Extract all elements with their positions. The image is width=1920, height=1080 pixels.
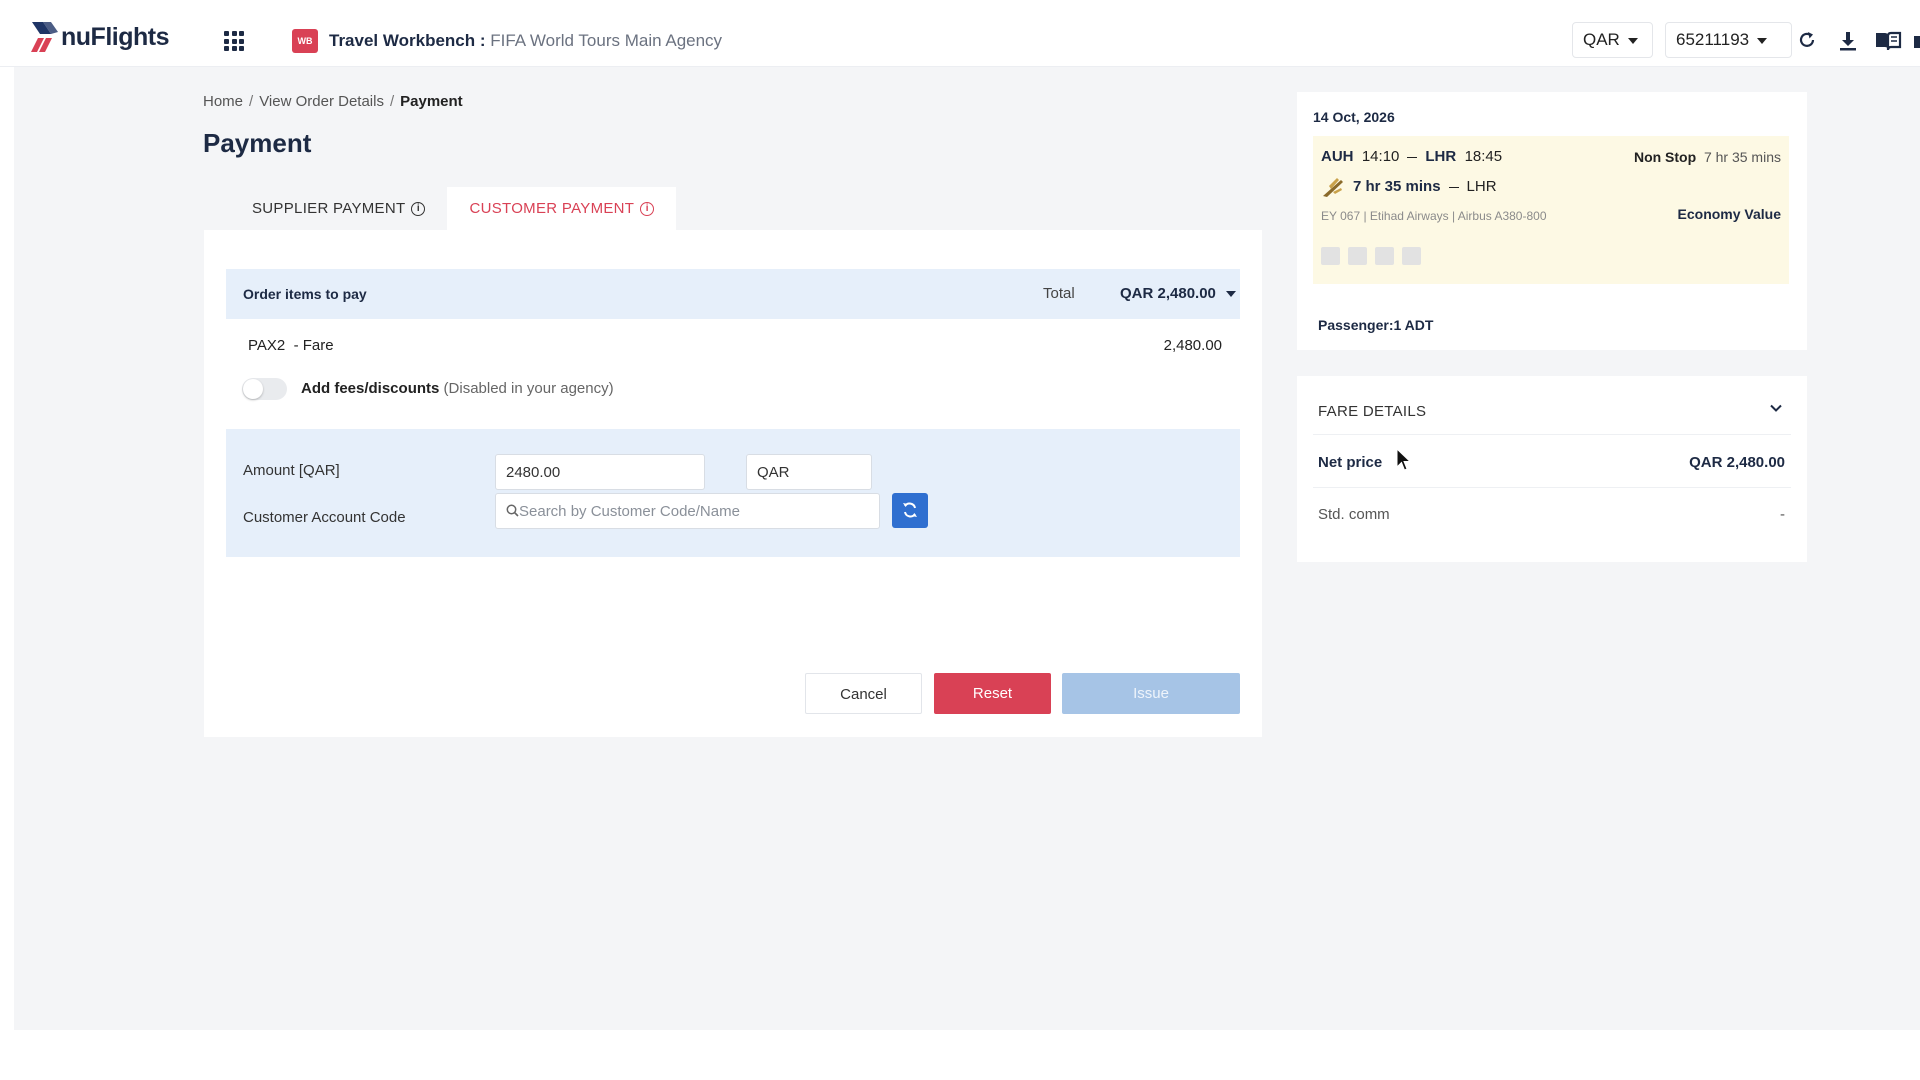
currency-select[interactable]: QAR [1572,22,1653,58]
search-icon [506,504,519,517]
segment-stops: Non Stop 7 hr 35 mins [1634,149,1781,165]
breadcrumb-order-details[interactable]: View Order Details [259,93,384,110]
entertainment-icon[interactable] [1402,247,1421,265]
fees-label-text: Add fees/discounts [301,380,440,397]
fees-discount-toggle[interactable] [242,378,287,400]
passenger-count: Passenger:1 ADT [1318,317,1434,333]
mouse-cursor-icon [1396,448,1412,471]
flight-summary-card: 14 Oct, 2026 AUH 14:10 LHR 18:45 Non Stop… [1297,92,1807,350]
amount-label: Amount [QAR] [243,462,340,479]
destination-code: LHR [1425,148,1457,165]
workbench-icon: WB [292,29,318,53]
workbench-title-text: Travel Workbench : [329,31,486,50]
amount-input-value: 2480.00 [506,464,561,481]
payment-form: Amount [QAR] 2480.00 QAR Customer Accoun… [226,429,1240,557]
currency-input[interactable]: QAR [746,454,872,490]
total-value: QAR 2,480.00 [1120,285,1216,302]
origin-code: AUH [1321,148,1354,165]
tab-supplier-payment[interactable]: SUPPLIER PAYMENT i [230,187,447,230]
agency-name: FIFA World Tours Main Agency [490,31,723,50]
total-duration: 7 hr 35 mins [1703,149,1781,165]
reset-button[interactable]: Reset [934,673,1051,714]
breadcrumb-separator: / [249,93,254,110]
std-comm-value: - [1780,506,1785,523]
total-value-dropdown[interactable]: QAR 2,480.00 [1120,285,1236,302]
sync-account-button[interactable] [892,493,928,528]
segment-leg: 7 hr 35 mins LHR [1321,176,1497,198]
breadcrumb-home[interactable]: Home [203,93,243,110]
customer-payment-panel: Order items to pay Total QAR 2,480.00 PA… [204,230,1262,737]
fees-note-text: (Disabled in your agency) [443,380,614,397]
amenities [1321,247,1421,265]
customer-account-search-input[interactable]: Search by Customer Code/Name [495,493,880,529]
refresh-icon[interactable] [1796,30,1818,52]
airline-logo-icon [1323,178,1343,197]
flight-segment: AUH 14:10 LHR 18:45 Non Stop 7 hr 35 mins… [1313,136,1789,284]
divider [1313,487,1791,488]
segment-route: AUH 14:10 LHR 18:45 [1321,148,1502,165]
account-select[interactable]: 65211193 [1665,22,1792,58]
apps-grid-icon[interactable] [224,31,244,51]
amount-input[interactable]: 2480.00 [495,454,705,490]
tab-customer-payment[interactable]: CUSTOMER PAYMENT i [447,187,677,230]
toggle-knob [243,379,263,399]
info-icon[interactable]: i [411,201,426,216]
breadcrumb: Home / View Order Details / Payment [203,93,463,110]
fare-item-label: PAX2 - Fare [248,337,334,354]
customer-account-label: Customer Account Code [243,509,406,526]
power-icon[interactable] [1375,247,1394,265]
route-dash [1448,186,1459,188]
fare-details-heading: FARE DETAILS [1318,403,1427,420]
order-items-header: Order items to pay Total QAR 2,480.00 [226,269,1240,319]
net-price-value: QAR 2,480.00 [1689,454,1785,471]
info-icon[interactable]: i [640,201,655,216]
caret-down-icon [1757,37,1768,44]
std-comm-label: Std. comm [1318,506,1390,523]
download-icon[interactable] [1837,30,1859,52]
wifi-icon[interactable] [1321,247,1340,265]
tab-label: CUSTOMER PAYMENT [469,200,635,217]
arrival-time: 18:45 [1464,148,1503,165]
caret-down-icon [1627,37,1638,44]
tab-label: SUPPLIER PAYMENT [252,200,406,217]
logo-text: nuFlights [61,22,169,51]
top-bar: nuFlights WB Travel Workbench : FIFA Wor… [0,0,1920,67]
sync-icon [903,502,917,518]
currency-select-value: QAR [1583,30,1620,49]
order-items-heading: Order items to pay [243,286,367,302]
fees-discount-label: Add fees/discounts (Disabled in your age… [301,380,614,397]
customer-account-placeholder: Search by Customer Code/Name [519,503,740,520]
logo-mark-icon [31,22,58,52]
stops-label: Non Stop [1633,149,1697,165]
total-label: Total [1043,285,1075,302]
breadcrumb-current: Payment [400,93,463,110]
flight-details: EY 067 | Etihad Airways | Airbus A380-80… [1321,209,1547,223]
workbench-title: Travel Workbench : FIFA World Tours Main… [329,31,722,51]
currency-input-value: QAR [757,464,790,481]
book-icon[interactable] [1874,30,1902,52]
meal-icon[interactable] [1348,247,1367,265]
divider [1313,434,1791,435]
cabin-class: Economy Value [1677,206,1781,222]
fare-item-value: 2,480.00 [1163,337,1222,354]
chevron-down-icon[interactable] [1769,401,1783,415]
page-title: Payment [203,128,312,158]
issue-button[interactable]: Issue [1062,673,1240,714]
more-icon[interactable] [1912,30,1920,52]
departure-time: 14:10 [1361,148,1400,165]
leg-destination: LHR [1466,177,1497,195]
breadcrumb-separator: / [389,93,395,110]
route-dash [1407,156,1418,158]
account-select-value: 65211193 [1676,30,1750,49]
net-price-label: Net price [1318,454,1383,471]
fare-details-card: FARE DETAILS Net price QAR 2,480.00 Std.… [1297,376,1807,562]
flight-date: 14 Oct, 2026 [1313,109,1395,125]
payment-tabs: SUPPLIER PAYMENT i CUSTOMER PAYMENT i [230,187,677,230]
app-logo[interactable]: nuFlights [29,20,169,54]
cancel-button[interactable]: Cancel [805,673,922,714]
leg-duration: 7 hr 35 mins [1353,177,1441,195]
caret-down-icon [1225,291,1236,298]
